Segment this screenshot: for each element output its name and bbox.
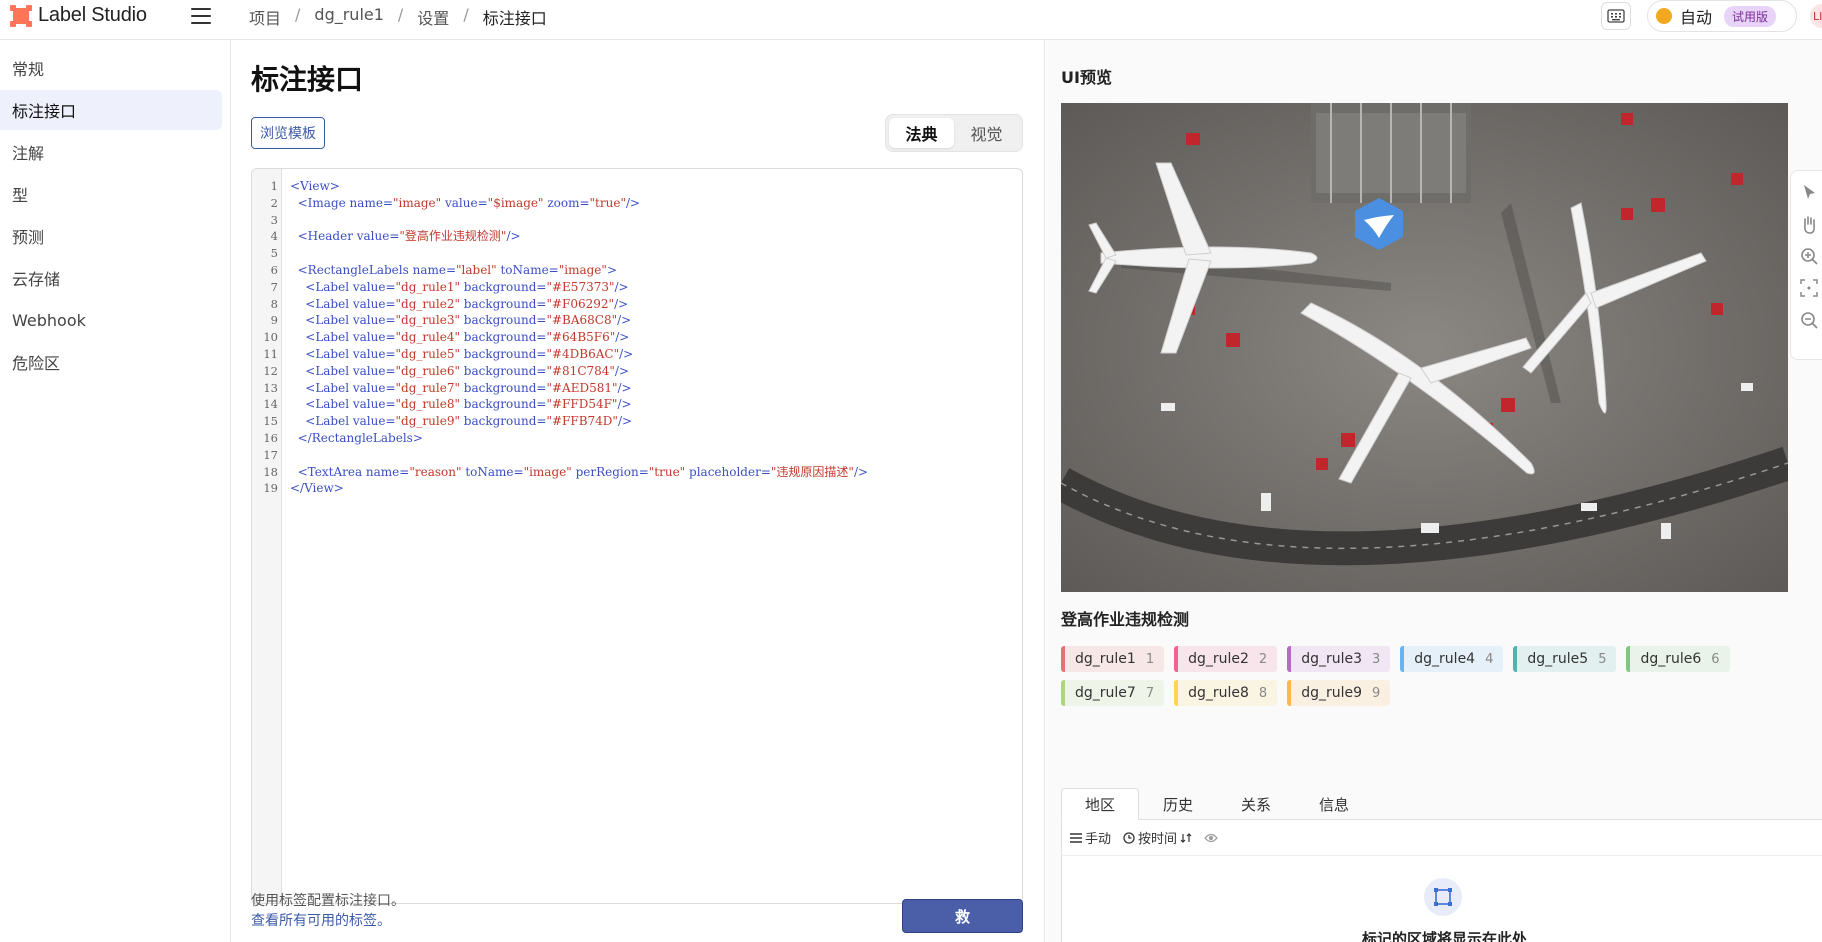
label-hotkey: 9 xyxy=(1372,685,1381,701)
label-hotkey: 8 xyxy=(1258,685,1268,701)
sidebar-item-labeling-interface[interactable]: 标注接口 xyxy=(0,90,222,130)
label-studio-logo-icon xyxy=(10,4,32,27)
label-hotkey: 4 xyxy=(1485,651,1494,667)
visual-mode-tab[interactable]: 视觉 xyxy=(954,118,1019,148)
label-name: dg_rule5 xyxy=(1527,651,1589,667)
label-chip-dg_rule8[interactable]: dg_rule8 8 xyxy=(1174,680,1278,706)
mode-selector[interactable]: 自动 试用版 xyxy=(1647,0,1797,32)
breadcrumb-current: 标注接口 xyxy=(482,9,547,28)
fit-to-screen-icon[interactable] xyxy=(1798,277,1820,299)
label-chip-dg_rule5[interactable]: dg_rule5 5 xyxy=(1513,646,1617,672)
label-hotkey: 3 xyxy=(1372,651,1381,667)
app-name: Label Studio xyxy=(38,4,147,26)
label-list: dg_rule1 1 dg_rule2 2 dg_rule3 3 dg_rule4 4 dg_r… xyxy=(1061,646,1781,706)
menu-icon[interactable] xyxy=(191,8,211,24)
config-hint: 使用标签配置标注接口。 xyxy=(251,893,405,909)
code-mode-tab[interactable]: 法典 xyxy=(889,118,954,148)
line-number: 19 xyxy=(263,481,278,496)
manual-group-button[interactable]: 手动 xyxy=(1070,828,1111,847)
sidebar-item-danger-zone[interactable]: 危险区 xyxy=(0,342,222,382)
sidebar-item-webhooks[interactable]: Webhook xyxy=(0,300,222,340)
label-name: dg_rule3 xyxy=(1301,651,1362,667)
regions-empty-text: 标记的区域将显示在此处 xyxy=(1362,930,1528,942)
label-hotkey: 1 xyxy=(1145,651,1155,667)
breadcrumb-settings[interactable]: 设置 xyxy=(417,5,449,29)
sidebar-item-annotation[interactable]: 注解 xyxy=(0,132,222,172)
label-name: dg_rule2 xyxy=(1188,651,1249,667)
breadcrumb-projects[interactable]: 项目 xyxy=(249,5,281,29)
label-name: dg_rule7 xyxy=(1075,685,1136,701)
sort-by-time-button[interactable]: 按时间 xyxy=(1123,828,1192,847)
label-chip-dg_rule9[interactable]: dg_rule9 9 xyxy=(1287,680,1391,706)
label-name: dg_rule9 xyxy=(1301,685,1362,701)
code-text: </View> xyxy=(290,481,344,496)
label-chip-dg_rule1[interactable]: dg_rule1 1 xyxy=(1061,646,1165,672)
preview-title: UI预览 xyxy=(1061,68,1112,87)
label-name: dg_rule1 xyxy=(1075,651,1136,667)
breadcrumb: 项目 / dg_rule1 / 设置 / 标注接口 xyxy=(249,5,547,29)
sidebar-item-model[interactable]: 型 xyxy=(0,174,222,214)
tab-info[interactable]: 信息 xyxy=(1295,788,1373,820)
browse-templates-button[interactable]: 浏览模板 xyxy=(251,117,325,149)
sidebar-item-cloud-storage[interactable]: 云存储 xyxy=(0,258,222,298)
view-mode-toggle: 法典 视觉 xyxy=(885,114,1023,152)
tab-relations[interactable]: 关系 xyxy=(1217,788,1295,820)
zoom-out-icon[interactable] xyxy=(1798,309,1820,331)
list-icon xyxy=(1070,832,1082,843)
code-editor[interactable]: 1 <View> 2 <Image name="image" value="$ima… xyxy=(251,168,1023,904)
tab-history[interactable]: 历史 xyxy=(1139,788,1217,820)
label-hotkey: 6 xyxy=(1711,651,1720,667)
ui-preview-panel: UI预览 登高作业违规检测 dg_rule1 1 dg_rule2 2 dg_r… xyxy=(1046,40,1822,942)
breadcrumb-separator: / xyxy=(397,5,404,24)
region-toolbar: 手动 按时间 xyxy=(1061,820,1822,856)
sort-label: 按时间 xyxy=(1138,832,1178,847)
settings-sidebar: 常规 标注接口 注解 型 预测 云存储 Webhook 危险区 xyxy=(0,40,231,942)
top-bar: Label Studio 项目 / dg_rule1 / 设置 / 标注接口 自… xyxy=(0,0,1822,40)
label-chip-dg_rule4[interactable]: dg_rule4 4 xyxy=(1400,646,1504,672)
mode-status-icon xyxy=(1656,8,1672,24)
label-hotkey: 5 xyxy=(1598,651,1607,667)
page-title: 标注接口 xyxy=(251,63,364,96)
manual-label: 手动 xyxy=(1085,832,1112,847)
keyboard-shortcuts-button[interactable] xyxy=(1601,2,1631,30)
code-line[interactable]: 19 </View> xyxy=(252,479,1022,499)
trial-badge: 试用版 xyxy=(1724,5,1777,27)
preview-header: 登高作业违规检测 xyxy=(1061,610,1190,629)
config-panel: 标注接口 浏览模板 法典 视觉 1 <View> 2 <Image name="im… xyxy=(231,40,1045,942)
label-chip-dg_rule6[interactable]: dg_rule6 6 xyxy=(1626,646,1730,672)
hand-pan-icon[interactable] xyxy=(1798,213,1820,235)
sidebar-tabs: 地区 历史 关系 信息 xyxy=(1061,788,1822,820)
all-tags-link[interactable]: 查看所有可用的标签。 xyxy=(251,910,391,930)
tab-regions[interactable]: 地区 xyxy=(1061,788,1139,820)
save-button[interactable]: 救 xyxy=(902,899,1023,933)
sidebar-item-general[interactable]: 常规 xyxy=(0,48,222,88)
region-shape-icon xyxy=(1424,878,1462,916)
label-chip-dg_rule2[interactable]: dg_rule2 2 xyxy=(1174,646,1278,672)
sidebar-item-predictions[interactable]: 预测 xyxy=(0,216,222,256)
airport-aerial-image xyxy=(1061,103,1788,592)
label-name: dg_rule8 xyxy=(1188,685,1249,701)
eye-icon[interactable] xyxy=(1204,833,1218,843)
image-tools xyxy=(1790,170,1822,360)
preview-image[interactable] xyxy=(1061,103,1788,592)
avatar[interactable]: LI xyxy=(1810,4,1822,28)
breadcrumb-project[interactable]: dg_rule1 xyxy=(314,5,384,29)
cursor-icon[interactable] xyxy=(1798,181,1820,203)
breadcrumb-separator: / xyxy=(463,5,469,24)
label-hotkey: 7 xyxy=(1145,685,1155,701)
mode-label: 自动 xyxy=(1680,8,1713,27)
label-chip-dg_rule3[interactable]: dg_rule3 3 xyxy=(1287,646,1391,672)
label-name: dg_rule6 xyxy=(1640,651,1702,667)
zoom-in-icon[interactable] xyxy=(1798,245,1820,267)
breadcrumb-separator: / xyxy=(295,5,301,24)
regions-empty-state: 标记的区域将显示在此处 xyxy=(1061,856,1822,942)
app-logo[interactable]: Label Studio xyxy=(10,4,147,27)
sort-order-icon xyxy=(1180,832,1192,843)
label-hotkey: 2 xyxy=(1258,651,1268,667)
clock-icon xyxy=(1123,831,1135,844)
keyboard-icon xyxy=(1607,9,1625,23)
label-name: dg_rule4 xyxy=(1414,651,1476,667)
label-chip-dg_rule7[interactable]: dg_rule7 7 xyxy=(1061,680,1165,706)
